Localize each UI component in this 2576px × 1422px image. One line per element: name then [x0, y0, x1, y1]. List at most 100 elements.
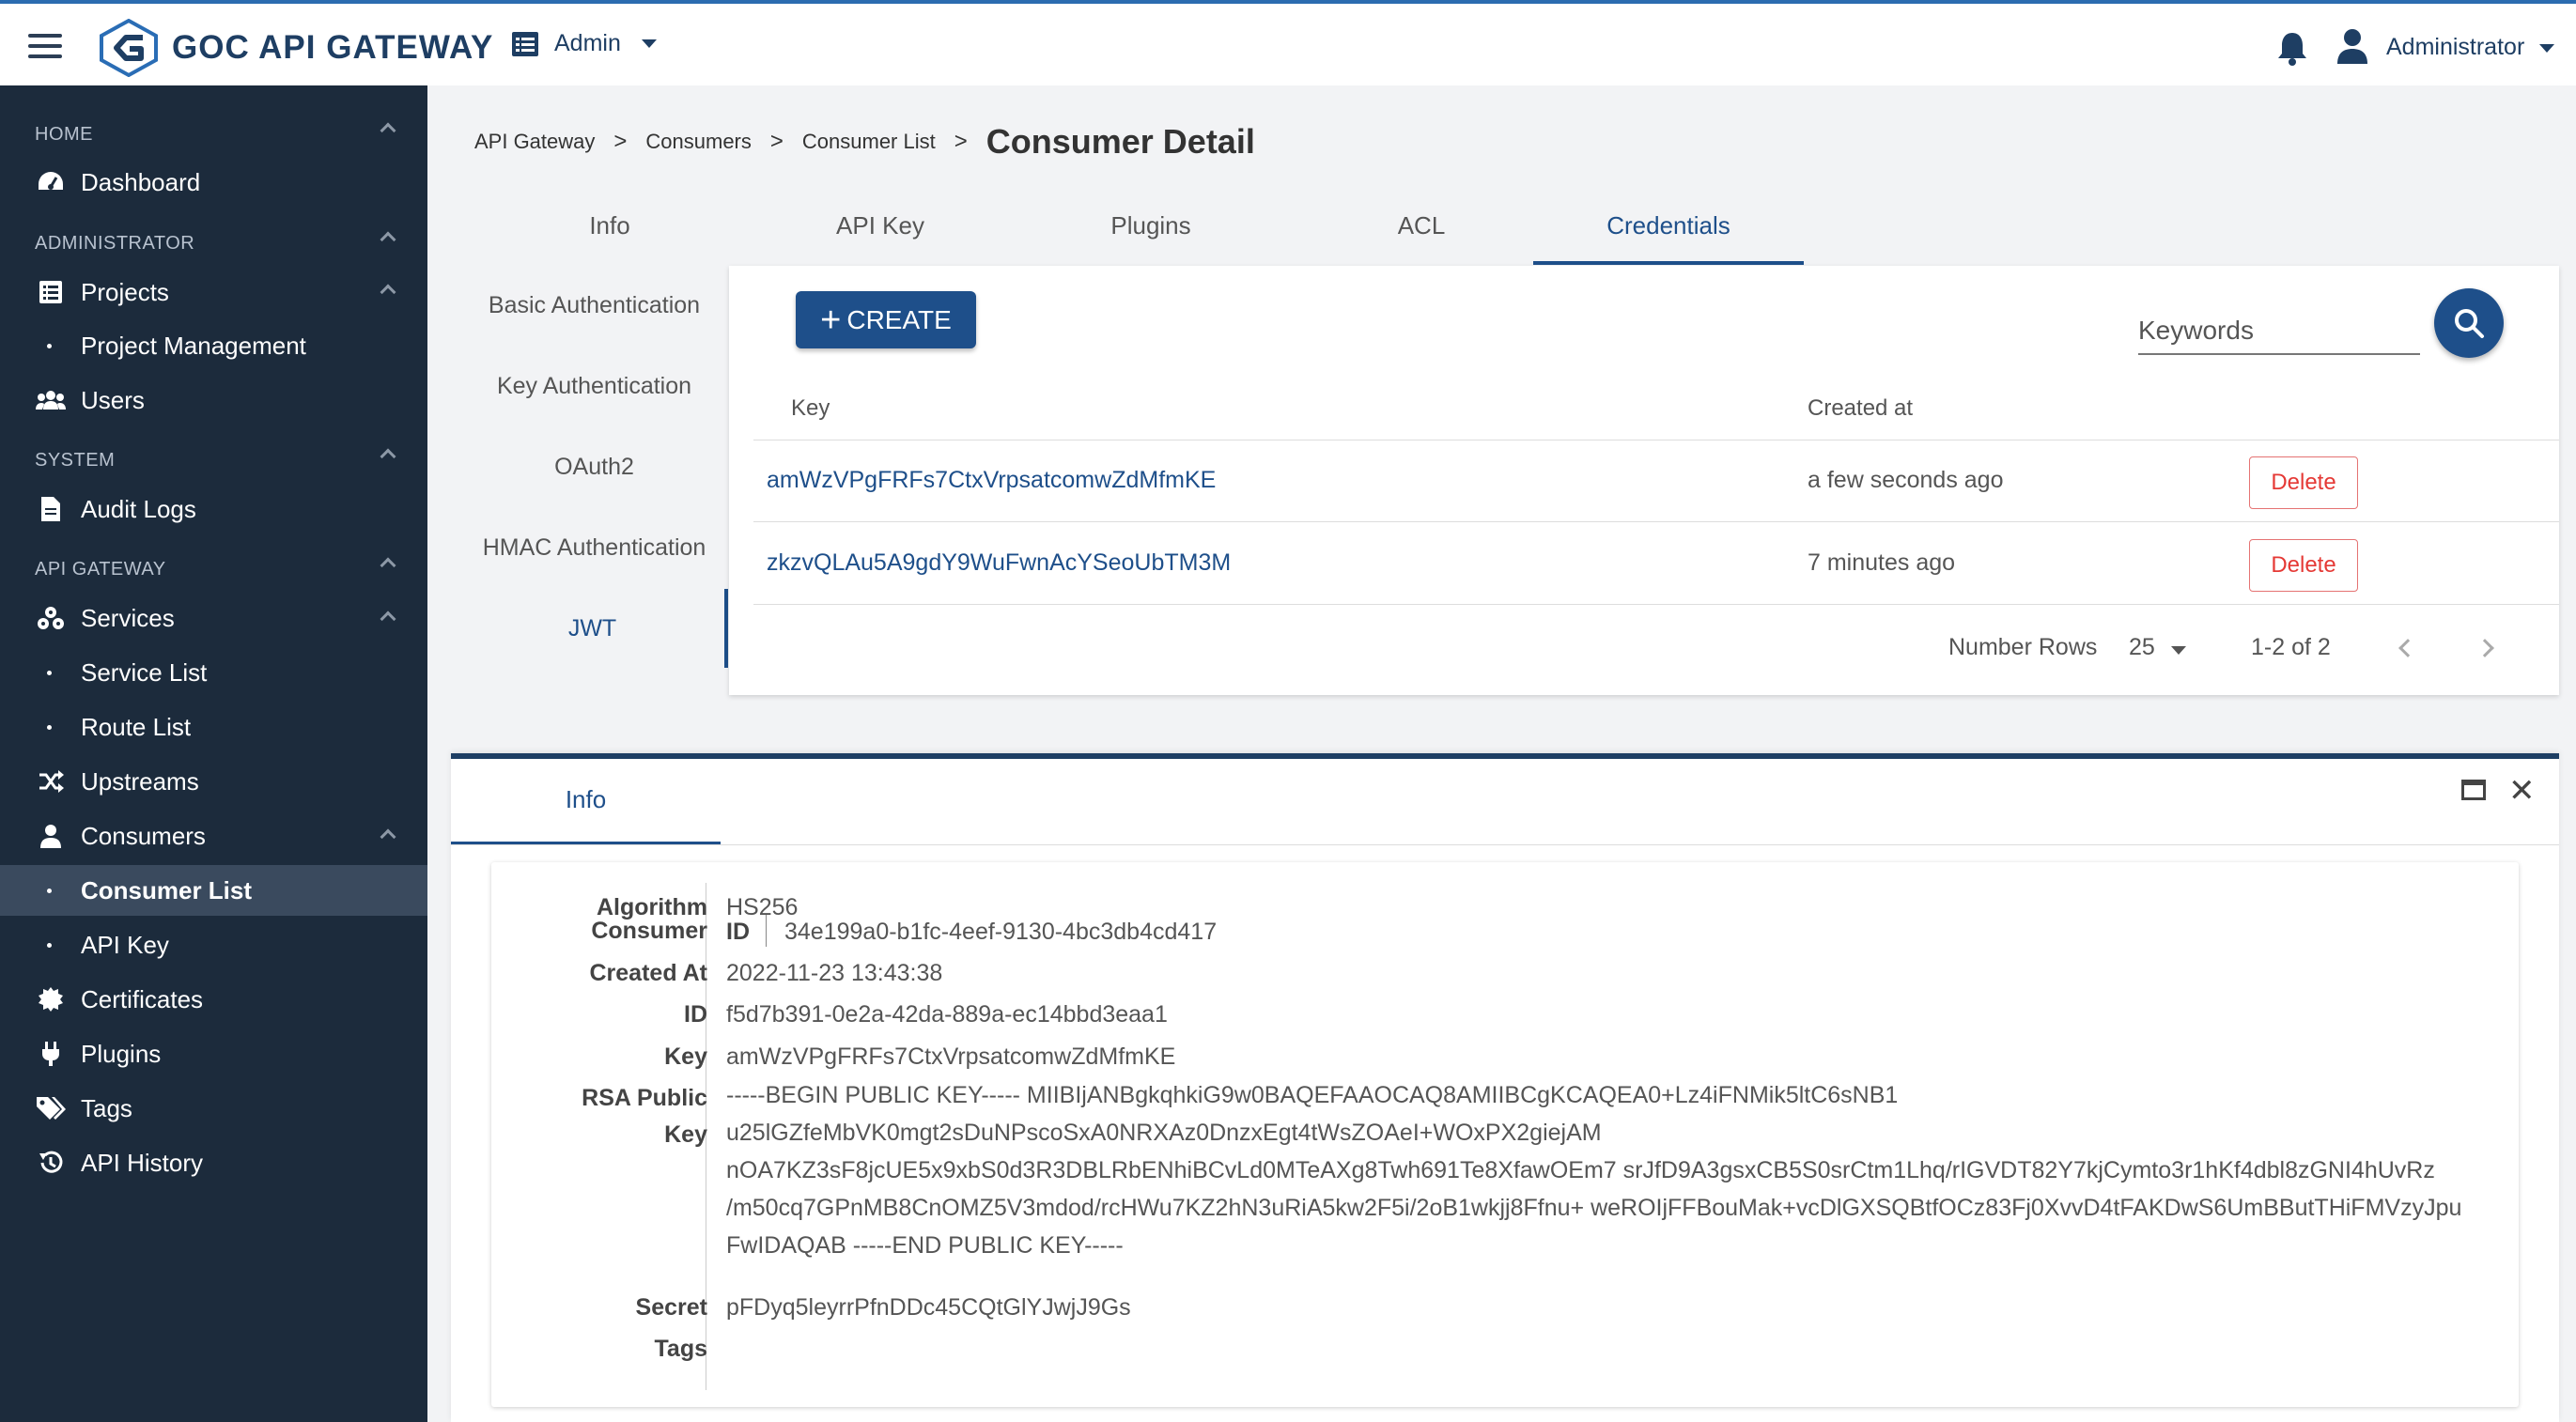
sidebar-item-upstreams[interactable]: Upstreams	[0, 756, 427, 807]
sidebar-item-consumer-list[interactable]: Consumer List	[0, 865, 427, 916]
sidebar-item-audit-logs[interactable]: Audit Logs	[0, 484, 427, 534]
created-at-cell: 7 minutes ago	[1808, 549, 1956, 576]
plug-icon	[36, 1039, 66, 1069]
key-label: Key	[664, 1043, 707, 1070]
breadcrumb-separator: >	[954, 129, 968, 154]
subtab-hmac-auth[interactable]: HMAC Authentication	[460, 508, 728, 587]
dashboard-icon	[36, 167, 66, 197]
table-header: Key Created at	[753, 379, 2559, 441]
rows-per-page-label: Number Rows	[1948, 634, 2098, 660]
tab-info[interactable]: Info	[474, 197, 745, 265]
sidebar-item-plugins[interactable]: Plugins	[0, 1028, 427, 1079]
maximize-icon[interactable]	[2461, 780, 2486, 800]
credential-detail-panel: Info ✕ Algorithm HS256 Consumer ID 34e19…	[451, 753, 2559, 1422]
bullet-dot	[47, 343, 52, 348]
sidebar-item-certificates[interactable]: Certificates	[0, 974, 427, 1025]
algorithm-value: HS256	[726, 894, 799, 920]
brand-title: GOC API GATEWAY	[172, 29, 494, 66]
tab-api-key[interactable]: API Key	[745, 197, 1016, 265]
sidebar-item-api-key[interactable]: API Key	[0, 920, 427, 970]
rows-per-page-select[interactable]: 25	[2129, 634, 2155, 661]
section-api-gateway: API GATEWAY	[35, 559, 166, 580]
person-icon	[36, 821, 66, 851]
search-input[interactable]	[2138, 308, 2420, 353]
secret-value: pFDyq5leyrrPfnDDc45CQtGlYJwjJ9Gs	[726, 1294, 1131, 1321]
search-icon	[2455, 309, 2484, 338]
search-button[interactable]	[2434, 288, 2504, 358]
subtab-basic-auth[interactable]: Basic Authentication	[460, 266, 728, 345]
sidebar-item-route-list[interactable]: Route List	[0, 702, 427, 752]
breadcrumb-item-consumers[interactable]: Consumers	[645, 130, 751, 154]
detail-tab-info[interactable]: Info	[451, 759, 721, 845]
services-icon	[36, 603, 66, 633]
subtab-jwt[interactable]: JWT	[460, 589, 728, 668]
detail-info-box: Algorithm HS256 Consumer ID 34e199a0-b1f…	[491, 862, 2519, 1407]
section-system: SYSTEM	[35, 450, 116, 471]
shuffle-icon	[36, 766, 66, 796]
bullet-dot	[47, 942, 52, 948]
chevron-up-icon[interactable]	[380, 231, 396, 248]
chevron-left-icon[interactable]	[2398, 639, 2417, 657]
sidebar-item-services[interactable]: Services	[0, 593, 427, 643]
sidebar-item-projects[interactable]: Projects	[0, 267, 427, 317]
bell-icon[interactable]	[2276, 30, 2308, 66]
sidebar-item-api-history[interactable]: API History	[0, 1137, 427, 1188]
sidebar-item-users[interactable]: Users	[0, 375, 427, 425]
delete-button[interactable]: Delete	[2249, 539, 2358, 592]
chevron-up-icon[interactable]	[380, 448, 396, 465]
bullet-dot	[47, 724, 52, 730]
table-row[interactable]: amWzVPgFRFs7CtxVrpsatcomwZdMfmKE a few s…	[753, 441, 2559, 522]
chevron-up-icon[interactable]	[380, 122, 396, 139]
file-icon	[36, 494, 66, 524]
tab-plugins[interactable]: Plugins	[1016, 197, 1286, 265]
create-button[interactable]: + CREATE	[796, 291, 976, 348]
list-icon	[512, 31, 538, 56]
rsa-key-label: RSA Public	[582, 1085, 707, 1111]
consumer-id-label: ID	[726, 919, 750, 945]
subtab-oauth2[interactable]: OAuth2	[460, 427, 728, 506]
breadcrumb-item-consumer-list[interactable]: Consumer List	[802, 130, 936, 154]
tab-acl[interactable]: ACL	[1286, 197, 1557, 265]
sidebar-item-service-list[interactable]: Service List	[0, 647, 427, 698]
divider	[451, 844, 2559, 845]
chevron-down-icon	[641, 39, 657, 48]
credentials-card: + CREATE Key Created at amWzVPgFRFs7CtxV…	[729, 266, 2559, 695]
sidebar-item-dashboard[interactable]: Dashboard	[0, 157, 427, 208]
chevron-up-icon[interactable]	[380, 557, 396, 574]
admin-menu[interactable]: Admin	[511, 30, 657, 57]
created-at-value: 2022-11-23 13:43:38	[726, 960, 943, 986]
chevron-right-icon[interactable]	[2475, 639, 2494, 657]
sidebar-item-project-management[interactable]: Project Management	[0, 320, 427, 371]
section-home: HOME	[35, 124, 93, 145]
breadcrumb-separator: >	[613, 129, 628, 154]
close-icon[interactable]: ✕	[2508, 772, 2536, 810]
id-value: f5d7b391-0e2a-42da-889a-ec14bbd3eaa1	[726, 1001, 1168, 1028]
delete-button[interactable]: Delete	[2249, 456, 2358, 509]
user-icon[interactable]	[2336, 28, 2368, 64]
column-created-at: Created at	[1808, 395, 1914, 421]
subtab-key-auth[interactable]: Key Authentication	[460, 347, 728, 425]
tab-credentials[interactable]: Credentials	[1533, 197, 1804, 265]
user-name[interactable]: Administrator	[2386, 34, 2524, 61]
divider	[766, 915, 767, 947]
created-at-cell: a few seconds ago	[1808, 467, 2004, 493]
credential-key-link[interactable]: zkzvQLAu5A9gdY9WuFwnAcYSeoUbTM3M	[767, 549, 1231, 577]
tags-label: Tags	[654, 1336, 708, 1362]
column-key: Key	[791, 395, 830, 421]
chevron-down-icon[interactable]	[2171, 646, 2186, 655]
menu-icon[interactable]	[28, 34, 62, 58]
credential-key-link[interactable]: amWzVPgFRFs7CtxVrpsatcomwZdMfmKE	[767, 467, 1216, 494]
table-row[interactable]: zkzvQLAu5A9gdY9WuFwnAcYSeoUbTM3M 7 minut…	[753, 523, 2559, 605]
created-at-label: Created At	[589, 960, 708, 986]
certificate-icon	[36, 984, 66, 1014]
id-label: ID	[684, 1001, 707, 1028]
users-icon	[36, 385, 66, 415]
chevron-down-icon[interactable]	[2539, 44, 2554, 53]
section-administrator: ADMINISTRATOR	[35, 233, 195, 254]
plus-icon: +	[820, 300, 842, 340]
sidebar: HOME Dashboard ADMINISTRATOR Projects Pr…	[0, 85, 427, 1422]
breadcrumb-item-api-gateway[interactable]: API Gateway	[474, 130, 595, 154]
sidebar-item-consumers[interactable]: Consumers	[0, 811, 427, 861]
admin-menu-label: Admin	[554, 30, 621, 56]
sidebar-item-tags[interactable]: Tags	[0, 1083, 427, 1134]
